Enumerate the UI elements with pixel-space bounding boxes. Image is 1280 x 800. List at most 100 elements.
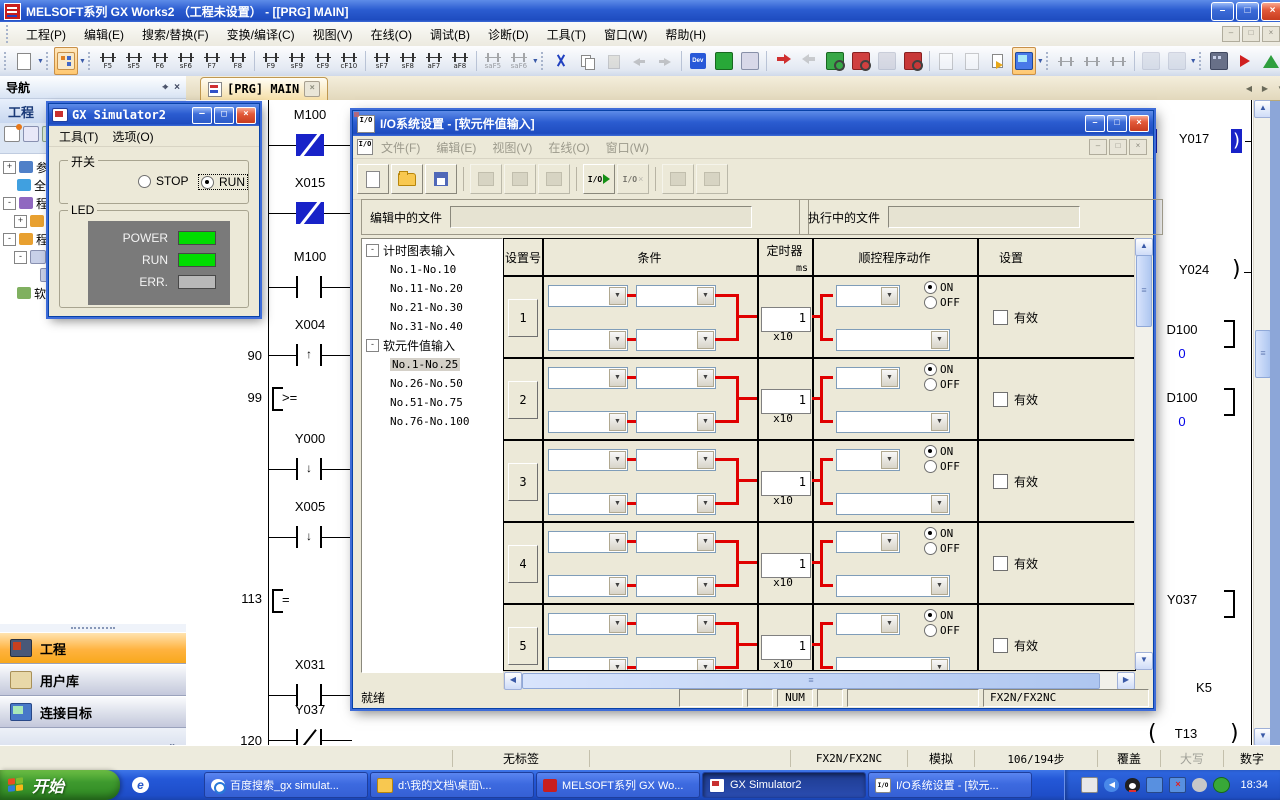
- tab-scroll-right-icon[interactable]: ▶: [1258, 82, 1272, 96]
- tree-item[interactable]: No.31-No.40: [362, 317, 502, 336]
- verify-button[interactable]: [934, 47, 958, 75]
- action-device-select[interactable]: [836, 285, 900, 307]
- on-radio[interactable]: ON: [924, 281, 953, 294]
- radio-icon[interactable]: [138, 175, 151, 188]
- minimize-button[interactable]: [1085, 115, 1105, 132]
- volume-icon[interactable]: [1192, 778, 1207, 792]
- checkbox-icon[interactable]: [993, 638, 1008, 653]
- maximize-button[interactable]: [1236, 2, 1259, 21]
- executing-file-field[interactable]: [888, 206, 1080, 228]
- monitor-search-button[interactable]: [662, 164, 694, 194]
- checkbox-icon[interactable]: [993, 392, 1008, 407]
- condition-value2-select[interactable]: [636, 575, 716, 597]
- tree-group-timing-chart[interactable]: 计时图表输入: [362, 241, 502, 260]
- paste-button[interactable]: [601, 47, 625, 75]
- panel-splitter-handle[interactable]: [0, 624, 186, 632]
- condition-device2-select[interactable]: [548, 575, 628, 597]
- ladder-delete-hline-button[interactable]: cF9: [311, 47, 335, 75]
- checkbox-icon[interactable]: [993, 556, 1008, 571]
- close-button[interactable]: [1129, 115, 1149, 132]
- run-button[interactable]: [1233, 47, 1257, 75]
- scroll-right-icon[interactable]: [1117, 672, 1135, 690]
- dropdown-icon[interactable]: [609, 287, 626, 305]
- start-monitor-button[interactable]: [823, 47, 847, 75]
- off-radio[interactable]: OFF: [924, 460, 960, 473]
- off-radio[interactable]: OFF: [924, 542, 960, 555]
- cut-button[interactable]: [470, 164, 502, 194]
- program-check-button[interactable]: [986, 47, 1010, 75]
- timer-value-input[interactable]: 1: [761, 635, 811, 660]
- action-device-select[interactable]: [836, 531, 900, 553]
- contact-nc-active[interactable]: [296, 202, 324, 224]
- dropdown-icon[interactable]: [881, 533, 898, 551]
- scroll-thumb[interactable]: [1255, 330, 1270, 378]
- ladder-pulse-branch-rising-button[interactable]: aF7: [422, 47, 446, 75]
- dropdown-icon[interactable]: [931, 331, 948, 349]
- collapse-icon[interactable]: [366, 244, 379, 257]
- redo-button[interactable]: [653, 47, 677, 75]
- editing-file-field[interactable]: [450, 206, 752, 228]
- dropdown-icon[interactable]: [609, 615, 626, 633]
- ladder-pulse-rising-button[interactable]: sF7: [370, 47, 394, 75]
- menu-diagnostics[interactable]: 诊断(D): [479, 22, 538, 47]
- valid-checkbox[interactable]: 有效: [993, 309, 1038, 326]
- contact-nc-active[interactable]: [296, 134, 324, 156]
- update-shield-icon[interactable]: [1213, 777, 1230, 793]
- open-file-button[interactable]: [391, 164, 423, 194]
- io-stop-button[interactable]: I/O×: [617, 164, 649, 194]
- block-search-button[interactable]: [696, 164, 728, 194]
- write-to-plc-button[interactable]: [771, 47, 795, 75]
- tree-item[interactable]: No.21-No.30: [362, 298, 502, 317]
- system-alert-button[interactable]: [1259, 47, 1280, 75]
- copy-button[interactable]: [575, 47, 599, 75]
- edit-label-button[interactable]: [1165, 47, 1189, 75]
- condition-value2-select[interactable]: [636, 657, 716, 671]
- keyboard-icon[interactable]: [1081, 777, 1098, 793]
- dropdown-icon[interactable]: [609, 331, 626, 349]
- tree-item-selected[interactable]: No.1-No.25: [362, 355, 502, 374]
- timer-value-input[interactable]: 1: [761, 307, 811, 332]
- nav-copy-icon[interactable]: [23, 126, 39, 142]
- toolbar-dropdown-icon[interactable]: [79, 58, 86, 65]
- remote-operation-button[interactable]: [960, 47, 984, 75]
- off-radio[interactable]: OFF: [924, 378, 960, 391]
- dropdown-icon[interactable]: [609, 577, 626, 595]
- dropdown-icon[interactable]: [931, 495, 948, 513]
- radio-icon[interactable]: [924, 363, 937, 376]
- condition-value1-select[interactable]: [636, 285, 716, 307]
- on-radio[interactable]: ON: [924, 527, 953, 540]
- ladder-delete-vline-button[interactable]: cF10: [337, 47, 361, 75]
- action-device-select[interactable]: [836, 449, 900, 471]
- radio-icon[interactable]: [924, 609, 937, 622]
- tab-list-icon[interactable]: ▼: [1274, 82, 1280, 96]
- ladder-closed-contact-button[interactable]: sF5: [122, 47, 146, 75]
- scroll-up-icon[interactable]: [1135, 238, 1153, 256]
- language-icon[interactable]: ◀: [1104, 778, 1119, 792]
- scroll-down-icon[interactable]: [1135, 652, 1153, 670]
- on-radio[interactable]: ON: [924, 609, 953, 622]
- dropdown-icon[interactable]: [931, 659, 948, 671]
- menu-online[interactable]: 在线(O): [540, 137, 597, 158]
- condition-value1-select[interactable]: [636, 449, 716, 471]
- condition-device2-select[interactable]: [548, 493, 628, 515]
- network-disconnected-icon[interactable]: ×: [1169, 777, 1186, 793]
- menu-tools[interactable]: 工具(T): [538, 22, 595, 47]
- menu-find-replace[interactable]: 搜索/替换(F): [133, 22, 218, 47]
- ladder-invert-result-button[interactable]: saF5: [481, 47, 505, 75]
- taskbar-item-simulator[interactable]: GX Simulator2: [702, 772, 866, 798]
- radio-icon[interactable]: [924, 378, 937, 391]
- condition-value2-select[interactable]: [636, 493, 716, 515]
- condition-value1-select[interactable]: [636, 613, 716, 635]
- tab-prg-main[interactable]: [PRG] MAIN: [200, 77, 328, 100]
- timer-value-input[interactable]: 1: [761, 389, 811, 414]
- action-value-select[interactable]: [836, 493, 950, 515]
- tree-group-device-value[interactable]: 软元件值输入: [362, 336, 502, 355]
- ladder-closed-branch-button[interactable]: sF6: [174, 47, 198, 75]
- note-button[interactable]: [1080, 47, 1104, 75]
- dropdown-icon[interactable]: [609, 495, 626, 513]
- device-batch-monitor-button[interactable]: [901, 47, 925, 75]
- tree-item[interactable]: No.26-No.50: [362, 374, 502, 393]
- monitor-write-mode-button[interactable]: [738, 47, 762, 75]
- stop-radio[interactable]: STOP: [138, 174, 188, 188]
- valid-checkbox[interactable]: 有效: [993, 637, 1038, 654]
